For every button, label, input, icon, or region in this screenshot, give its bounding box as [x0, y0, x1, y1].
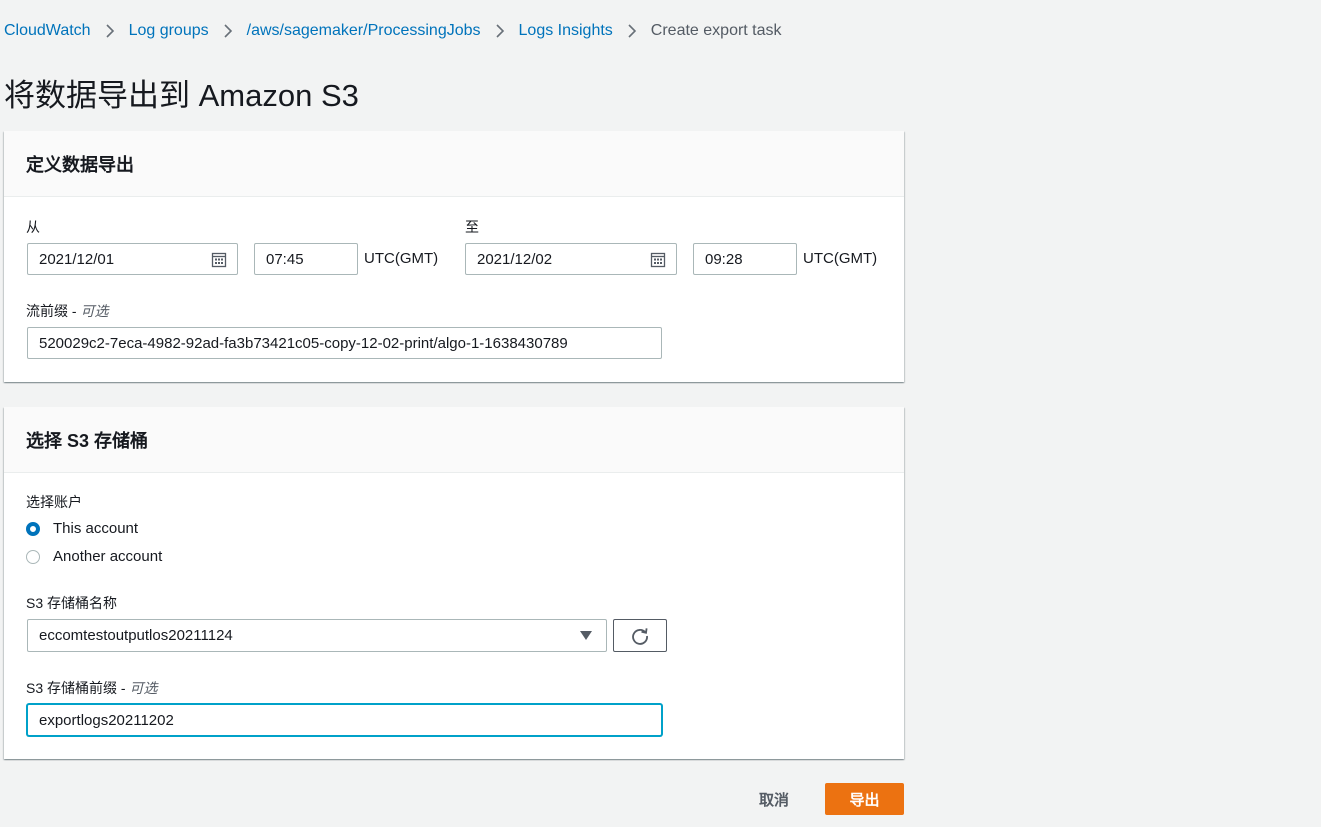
bucket-name-label: S3 存储桶名称	[26, 595, 118, 611]
optional-label: 可选	[80, 303, 109, 319]
chevron-right-icon	[222, 23, 234, 39]
breadcrumb-current: Create export task	[650, 22, 782, 39]
bucket-name-value: eccomtestoutputlos20211124	[39, 627, 233, 644]
stream-prefix-input[interactable]: 520029c2-7eca-4982-92ad-fa3b73421c05-cop…	[27, 327, 662, 359]
from-date-value: 2021/12/01	[39, 250, 115, 268]
radio-another-account-label: Another account	[53, 548, 163, 565]
from-date-input[interactable]: 2021/12/01	[27, 243, 238, 275]
from-timezone-label: UTC(GMT)	[364, 250, 439, 267]
to-label: 至	[465, 219, 479, 235]
breadcrumb-log-groups[interactable]: Log groups	[129, 22, 209, 40]
export-button[interactable]: 导出	[825, 783, 904, 815]
define-export-header: 定义数据导出	[4, 131, 904, 197]
to-timezone-label: UTC(GMT)	[803, 250, 878, 267]
to-time-input[interactable]: 09:28	[693, 243, 797, 275]
bucket-prefix-label: S3 存储桶前缀 - 可选	[26, 680, 158, 696]
account-label: 选择账户	[26, 494, 82, 510]
to-date-input[interactable]: 2021/12/02	[465, 243, 677, 275]
radio-this-account[interactable]: This account	[26, 520, 138, 537]
radio-unchecked-icon[interactable]	[26, 549, 40, 564]
from-label: 从	[26, 219, 40, 235]
to-time-value: 09:28	[705, 250, 743, 268]
bucket-name-select[interactable]: eccomtestoutputlos20211124	[27, 619, 607, 652]
optional-label: 可选	[129, 680, 158, 696]
from-time-value: 07:45	[266, 250, 304, 268]
refresh-icon	[632, 627, 648, 645]
radio-checked-icon[interactable]	[26, 521, 40, 536]
caret-down-icon[interactable]	[580, 631, 592, 640]
cancel-button[interactable]: 取消	[745, 783, 803, 815]
chevron-right-icon	[626, 23, 638, 39]
define-export-panel: 定义数据导出 从 2021/12/01 07:45 UTC(GMT) 至 202…	[4, 131, 904, 382]
page-title: 将数据导出到 Amazon S3	[4, 78, 359, 113]
calendar-icon[interactable]	[650, 252, 666, 268]
stream-prefix-label: 流前缀 - 可选	[26, 303, 109, 319]
s3-bucket-panel: 选择 S3 存储桶 选择账户 This account Another acco…	[4, 407, 904, 759]
bucket-prefix-input[interactable]: exportlogs20211202	[27, 704, 662, 736]
breadcrumb-cloudwatch[interactable]: CloudWatch	[4, 22, 91, 40]
breadcrumb-logs-insights[interactable]: Logs Insights	[519, 22, 613, 40]
chevron-right-icon	[494, 23, 506, 39]
refresh-button[interactable]	[613, 619, 667, 652]
radio-another-account[interactable]: Another account	[26, 548, 162, 565]
stream-prefix-value: 520029c2-7eca-4982-92ad-fa3b73421c05-cop…	[39, 334, 568, 352]
to-date-value: 2021/12/02	[477, 250, 553, 268]
chevron-right-icon	[104, 23, 116, 39]
from-time-input[interactable]: 07:45	[254, 243, 358, 275]
bucket-prefix-value: exportlogs20211202	[39, 711, 174, 729]
s3-bucket-header: 选择 S3 存储桶	[4, 407, 904, 473]
calendar-icon[interactable]	[211, 252, 227, 268]
breadcrumb-log-group-name[interactable]: /aws/sagemaker/ProcessingJobs	[247, 22, 481, 40]
radio-this-account-label: This account	[53, 520, 139, 537]
breadcrumb: CloudWatch Log groups /aws/sagemaker/Pro…	[4, 22, 782, 40]
